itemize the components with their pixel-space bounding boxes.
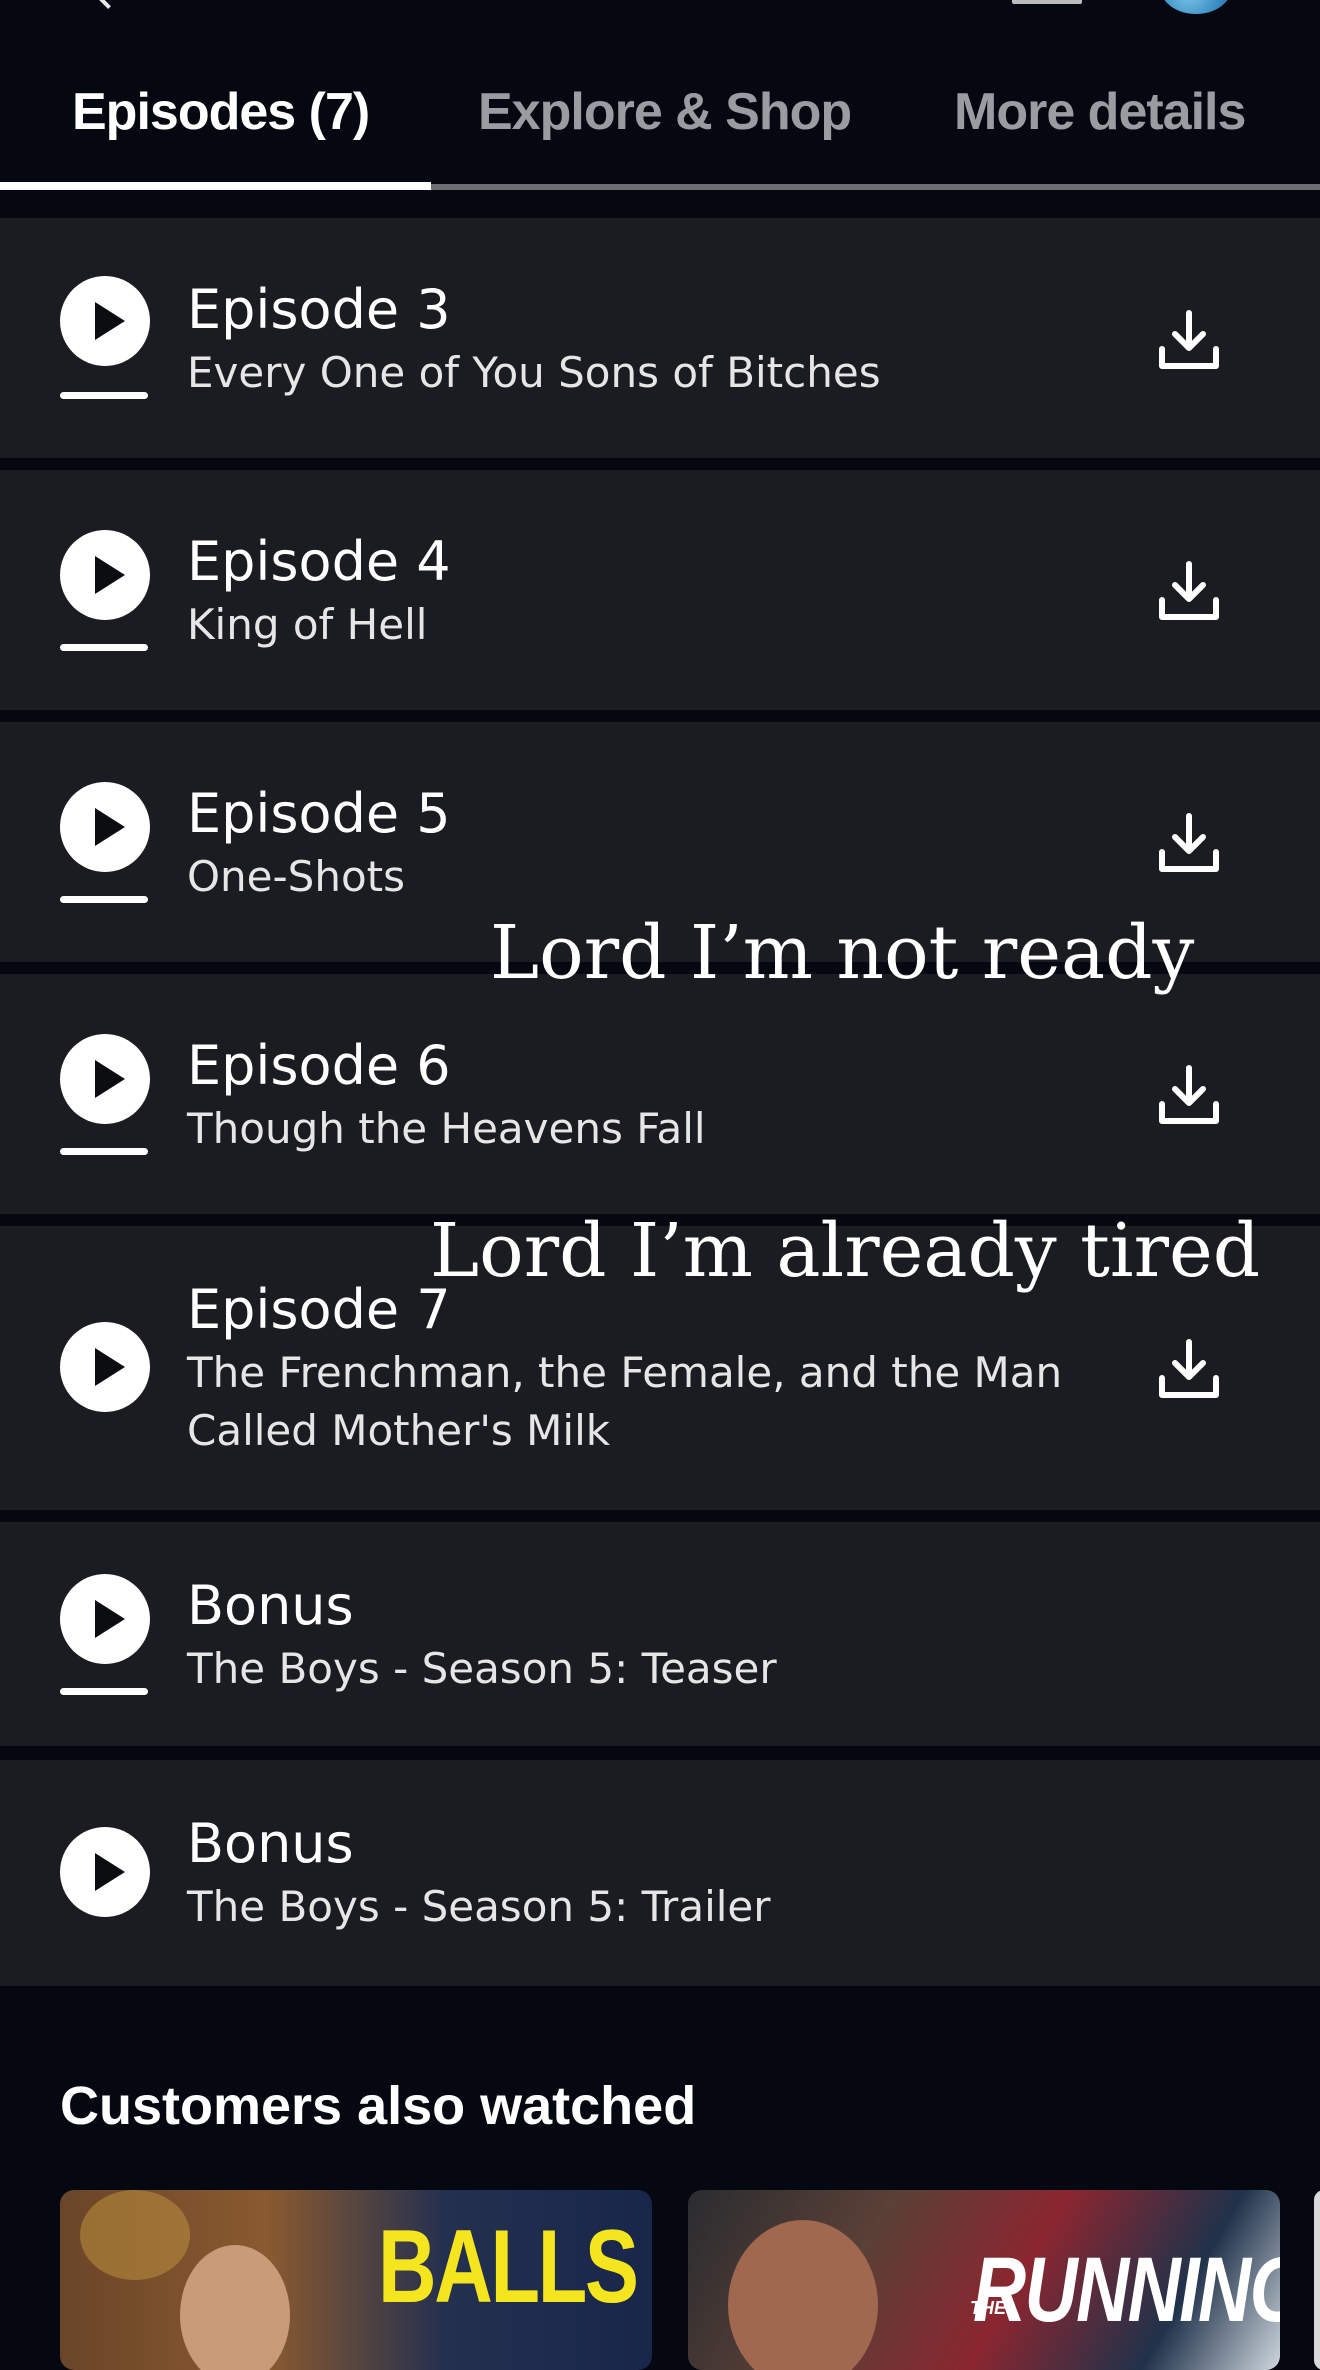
episode-subtitle: The Frenchman, the Female, and the Man C… (187, 1348, 1063, 1455)
episode-title: Episode 4 (187, 530, 451, 593)
tab-more-details[interactable]: More details (954, 82, 1246, 142)
overlay-caption-line-1: Lord I’m not ready (490, 910, 1195, 996)
thumb-person (180, 2245, 290, 2370)
episode-title: Episode 6 (187, 1034, 451, 1097)
section-heading: Customers also watched (60, 2076, 697, 2136)
episode-title: Bonus (187, 1574, 354, 1637)
episode-subtitle: The Boys - Season 5: Trailer (187, 1882, 771, 1931)
play-button[interactable] (60, 1574, 150, 1664)
download-icon[interactable] (1158, 1064, 1220, 1126)
episode-subtitle: One-Shots (187, 852, 405, 901)
play-button[interactable] (60, 1034, 150, 1124)
play-button[interactable] (60, 1322, 150, 1412)
play-icon (95, 1348, 125, 1386)
episode-subtitle: Every One of You Sons of Bitches (187, 348, 881, 397)
play-icon (95, 556, 125, 594)
tab-episodes[interactable]: Episodes (7) (72, 82, 370, 142)
episode-title: Bonus (187, 1812, 354, 1875)
episode-subtitle: Though the Heavens Fall (187, 1104, 706, 1153)
recommendation-card-partial[interactable] (1314, 2190, 1320, 2370)
play-icon (95, 302, 125, 340)
top-bar (0, 0, 1320, 40)
overlay-caption-line-2: Lord I’m already tired (430, 1208, 1261, 1294)
tab-explore-shop[interactable]: Explore & Shop (478, 82, 852, 142)
download-icon[interactable] (1158, 309, 1220, 371)
profile-avatar[interactable] (1160, 0, 1232, 14)
episode-row[interactable]: Bonus The Boys - Season 5: Teaser (0, 1522, 1320, 1746)
play-button[interactable] (60, 276, 150, 366)
play-icon (95, 808, 125, 846)
episode-title: Episode 5 (187, 782, 451, 845)
recommendation-card[interactable]: BALLS (60, 2190, 652, 2370)
play-icon (95, 1060, 125, 1098)
detail-tabs: Episodes (7) Explore & Shop More details (0, 60, 1320, 190)
episode-subtitle: The Boys - Season 5: Teaser (187, 1644, 777, 1693)
thumb-emblem (80, 2190, 190, 2280)
thumb-title-text: BALLS (378, 2209, 639, 2325)
watch-progress-bar (60, 1688, 148, 1695)
watch-progress-bar (60, 644, 148, 651)
play-button[interactable] (60, 530, 150, 620)
play-button[interactable] (60, 1827, 150, 1917)
thumb-person (728, 2220, 878, 2370)
download-icon[interactable] (1158, 812, 1220, 874)
play-icon (95, 1853, 125, 1891)
tab-active-indicator (0, 182, 431, 190)
thumb-title-text: RUNNING (973, 2239, 1280, 2341)
download-icon[interactable] (1158, 560, 1220, 622)
episode-row[interactable]: Episode 3 Every One of You Sons of Bitch… (0, 218, 1320, 458)
episode-subtitle: King of Hell (187, 600, 428, 649)
play-icon (95, 1600, 125, 1638)
episode-row[interactable]: Episode 6 Though the Heavens Fall (0, 974, 1320, 1214)
play-button[interactable] (60, 782, 150, 872)
back-arrow-icon[interactable] (93, 0, 119, 10)
cast-icon[interactable] (1012, 0, 1082, 4)
watch-progress-bar (60, 1148, 148, 1155)
download-icon[interactable] (1158, 1338, 1220, 1400)
episode-title: Episode 3 (187, 278, 451, 341)
episode-title: Episode 7 (187, 1278, 451, 1341)
episode-row[interactable]: Bonus The Boys - Season 5: Trailer (0, 1760, 1320, 1986)
watch-progress-bar (60, 392, 148, 399)
recommendation-card[interactable]: THE RUNNING (688, 2190, 1280, 2370)
watch-progress-bar (60, 896, 148, 903)
episode-row[interactable]: Episode 4 King of Hell (0, 470, 1320, 710)
